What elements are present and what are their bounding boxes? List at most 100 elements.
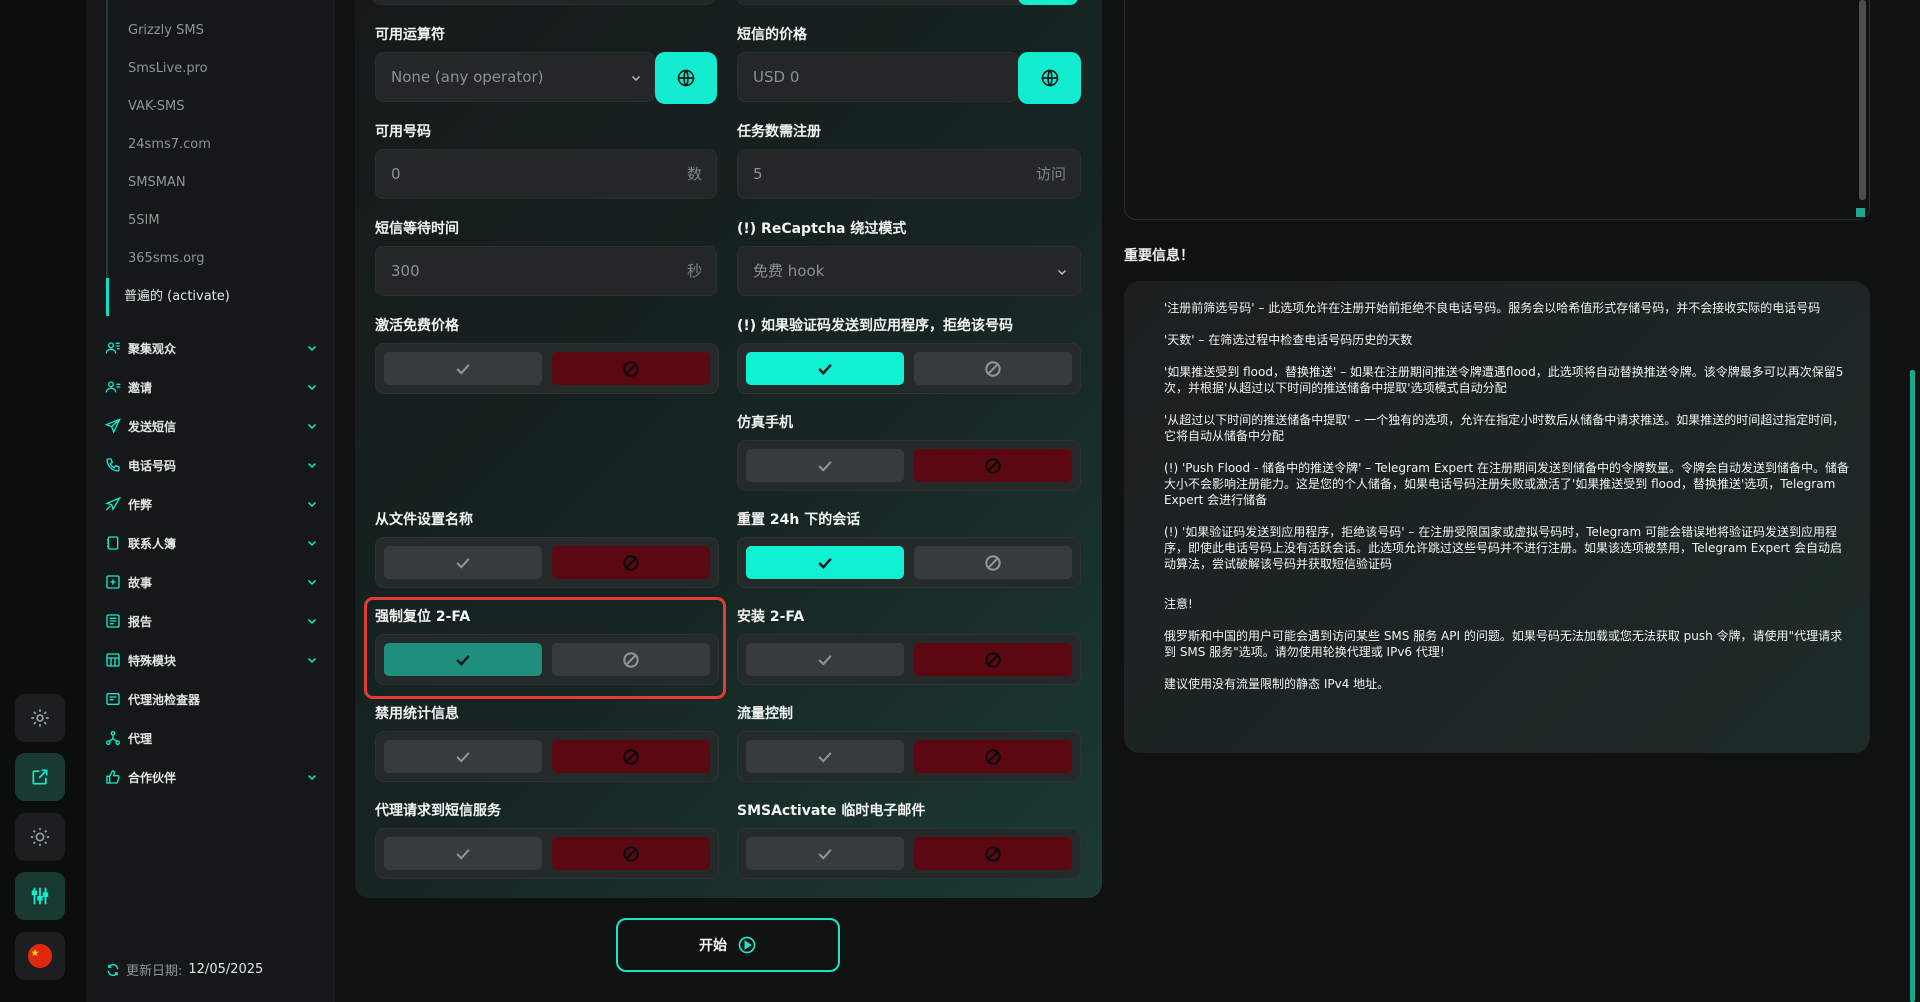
block-icon bbox=[985, 457, 1001, 474]
info-paragraph: '如果推送受到 flood，替换推送' – 如果在注册期间推送令牌遭遇flood… bbox=[1164, 365, 1844, 395]
sidebar-item-phone-numbers[interactable]: 电话号码 bbox=[104, 453, 318, 477]
language-button[interactable] bbox=[15, 932, 65, 980]
start-button[interactable]: 开始 bbox=[616, 918, 840, 972]
chevron-down-icon bbox=[307, 540, 317, 547]
sidebar-subitem[interactable]: 5SIM bbox=[108, 210, 160, 232]
sidebar-item-special-modules[interactable]: 特殊模块 bbox=[104, 648, 318, 672]
external-link-icon bbox=[32, 769, 48, 785]
toggle-yes-option[interactable] bbox=[746, 449, 904, 482]
toggle-no-option[interactable] bbox=[914, 352, 1072, 385]
reject-app-toggle bbox=[737, 343, 1081, 394]
sms-service-submenu: Grizzly SMS SmsLive.pro VAK-SMS 24sms7.c… bbox=[106, 0, 306, 316]
sidebar-item-label: 邀请 bbox=[128, 380, 153, 395]
toggle-no-option[interactable] bbox=[914, 740, 1072, 773]
module-icon bbox=[106, 653, 120, 667]
external-link-button[interactable] bbox=[15, 753, 65, 801]
log-textarea[interactable] bbox=[1124, 0, 1870, 220]
toggle-yes-option[interactable] bbox=[384, 546, 542, 579]
names-from-file-toggle bbox=[375, 537, 719, 588]
toggle-yes-option[interactable] bbox=[384, 740, 542, 773]
numbers-input[interactable]: 0 数 bbox=[375, 149, 717, 199]
operator-select[interactable]: None (any operator) bbox=[375, 52, 655, 102]
sidebar-subitem[interactable]: SmsLive.pro bbox=[108, 58, 208, 80]
reject-app-label: (!) 如果验证码发送到应用程序，拒绝该号码 bbox=[737, 318, 1014, 334]
refresh-icon bbox=[107, 963, 119, 976]
sliders-button[interactable] bbox=[15, 872, 65, 920]
reset-24h-toggle bbox=[737, 537, 1081, 588]
toggle-yes-option[interactable] bbox=[384, 352, 542, 385]
toggle-yes-option[interactable] bbox=[384, 837, 542, 870]
sidebar-item-send-sms[interactable]: 发送短信 bbox=[104, 414, 318, 438]
sidebar-item-partners[interactable]: 合作伙伴 bbox=[104, 765, 318, 789]
sidebar-item-invite[interactable]: 邀请 bbox=[104, 375, 318, 399]
sidebar-item-reports[interactable]: 报告 bbox=[104, 609, 318, 633]
traffic-label: 流量控制 bbox=[737, 706, 793, 722]
theme-toggle-button[interactable] bbox=[15, 813, 65, 861]
toggle-no-option[interactable] bbox=[552, 837, 710, 870]
check-icon bbox=[456, 363, 470, 375]
sidebar-item-audience[interactable]: 聚集观众 bbox=[104, 336, 318, 360]
check-icon bbox=[456, 848, 470, 860]
settings-button[interactable] bbox=[15, 694, 65, 742]
sidebar-subitem[interactable]: 24sms7.com bbox=[108, 134, 211, 156]
info-box: '注册前筛选号码' – 此选项允许在注册开始前拒绝不良电话号码。服务会以哈希值形… bbox=[1124, 281, 1870, 753]
tasks-input[interactable]: 5 访问 bbox=[737, 149, 1081, 199]
page-scrollbar[interactable] bbox=[1910, 370, 1915, 1002]
paper-plane-icon bbox=[105, 496, 121, 512]
toggle-yes-option[interactable] bbox=[746, 740, 904, 773]
resize-handle-icon[interactable] bbox=[1856, 208, 1865, 217]
sms-email-label: SMSActivate 临时电子邮件 bbox=[737, 803, 926, 819]
chevron-down-icon bbox=[307, 423, 317, 430]
price-globe-button[interactable] bbox=[1018, 52, 1081, 104]
sidebar-item-label: 聚集观众 bbox=[128, 341, 177, 356]
toggle-yes-option[interactable] bbox=[746, 352, 904, 385]
price-input[interactable]: USD 0 bbox=[737, 52, 1019, 102]
start-label: 开始 bbox=[699, 938, 727, 954]
toggle-yes-option[interactable] bbox=[746, 837, 904, 870]
install-2fa-label: 安装 2-FA bbox=[737, 609, 805, 625]
proxy-sms-toggle bbox=[375, 828, 719, 879]
toggle-no-option[interactable] bbox=[914, 643, 1072, 676]
sidebar-subitem[interactable]: VAK-SMS bbox=[108, 96, 185, 118]
names-from-file-label: 从文件设置名称 bbox=[375, 512, 473, 528]
contacts-icon bbox=[107, 536, 119, 550]
info-title: 重要信息！ bbox=[1124, 248, 1194, 264]
operator-globe-button[interactable] bbox=[655, 52, 717, 104]
sidebar-item-proxy-checker[interactable]: 代理池检查器 bbox=[104, 687, 318, 711]
toggle-no-option[interactable] bbox=[552, 740, 710, 773]
sidebar-subitem[interactable]: SMSMAN bbox=[108, 172, 186, 194]
chevron-down-icon bbox=[631, 75, 641, 82]
user-plus-icon bbox=[105, 381, 121, 393]
block-icon bbox=[985, 360, 1001, 377]
sidebar-item-label: 代理池检查器 bbox=[128, 692, 201, 707]
info-paragraph: (!) 'Push Flood - 储备中的推送令牌' – Telegram E… bbox=[1164, 461, 1849, 507]
operator-value: None (any operator) bbox=[391, 68, 544, 86]
wait-input[interactable]: 300 秒 bbox=[375, 246, 717, 296]
sidebar-item-proxy[interactable]: 代理 bbox=[104, 726, 318, 750]
toggle-no-option[interactable] bbox=[914, 837, 1072, 870]
wait-suffix: 秒 bbox=[686, 262, 702, 280]
toggle-yes-option[interactable] bbox=[746, 546, 904, 579]
block-icon bbox=[985, 845, 1001, 862]
textarea-scrollbar[interactable] bbox=[1859, 0, 1866, 200]
chevron-down-icon bbox=[307, 579, 317, 586]
sidebar-item-cheat[interactable]: 作弊 bbox=[104, 492, 318, 516]
toggle-yes-option[interactable] bbox=[746, 643, 904, 676]
toggle-no-option[interactable] bbox=[914, 449, 1072, 482]
install-2fa-toggle bbox=[737, 634, 1081, 685]
toggle-no-option[interactable] bbox=[914, 546, 1072, 579]
sidebar-subitem[interactable]: Grizzly SMS bbox=[108, 20, 204, 42]
updated-date: 12/05/2025 bbox=[188, 962, 264, 977]
block-icon bbox=[623, 748, 639, 765]
toggle-no-option[interactable] bbox=[552, 352, 710, 385]
numbers-label: 可用号码 bbox=[375, 124, 431, 140]
network-icon bbox=[106, 731, 120, 745]
sidebar-item-label: 代理 bbox=[128, 731, 153, 746]
toggle-no-option[interactable] bbox=[552, 546, 710, 579]
recaptcha-select[interactable]: 免费 hook bbox=[737, 246, 1081, 296]
sidebar-subitem-active[interactable]: 普遍的 (activate) bbox=[106, 278, 230, 316]
sidebar-item-contacts[interactable]: 联系人簿 bbox=[104, 531, 318, 555]
sidebar-item-stories[interactable]: 故事 bbox=[104, 570, 318, 594]
sidebar-item-label: 电话号码 bbox=[128, 458, 177, 473]
sidebar-subitem[interactable]: 365sms.org bbox=[108, 248, 204, 270]
